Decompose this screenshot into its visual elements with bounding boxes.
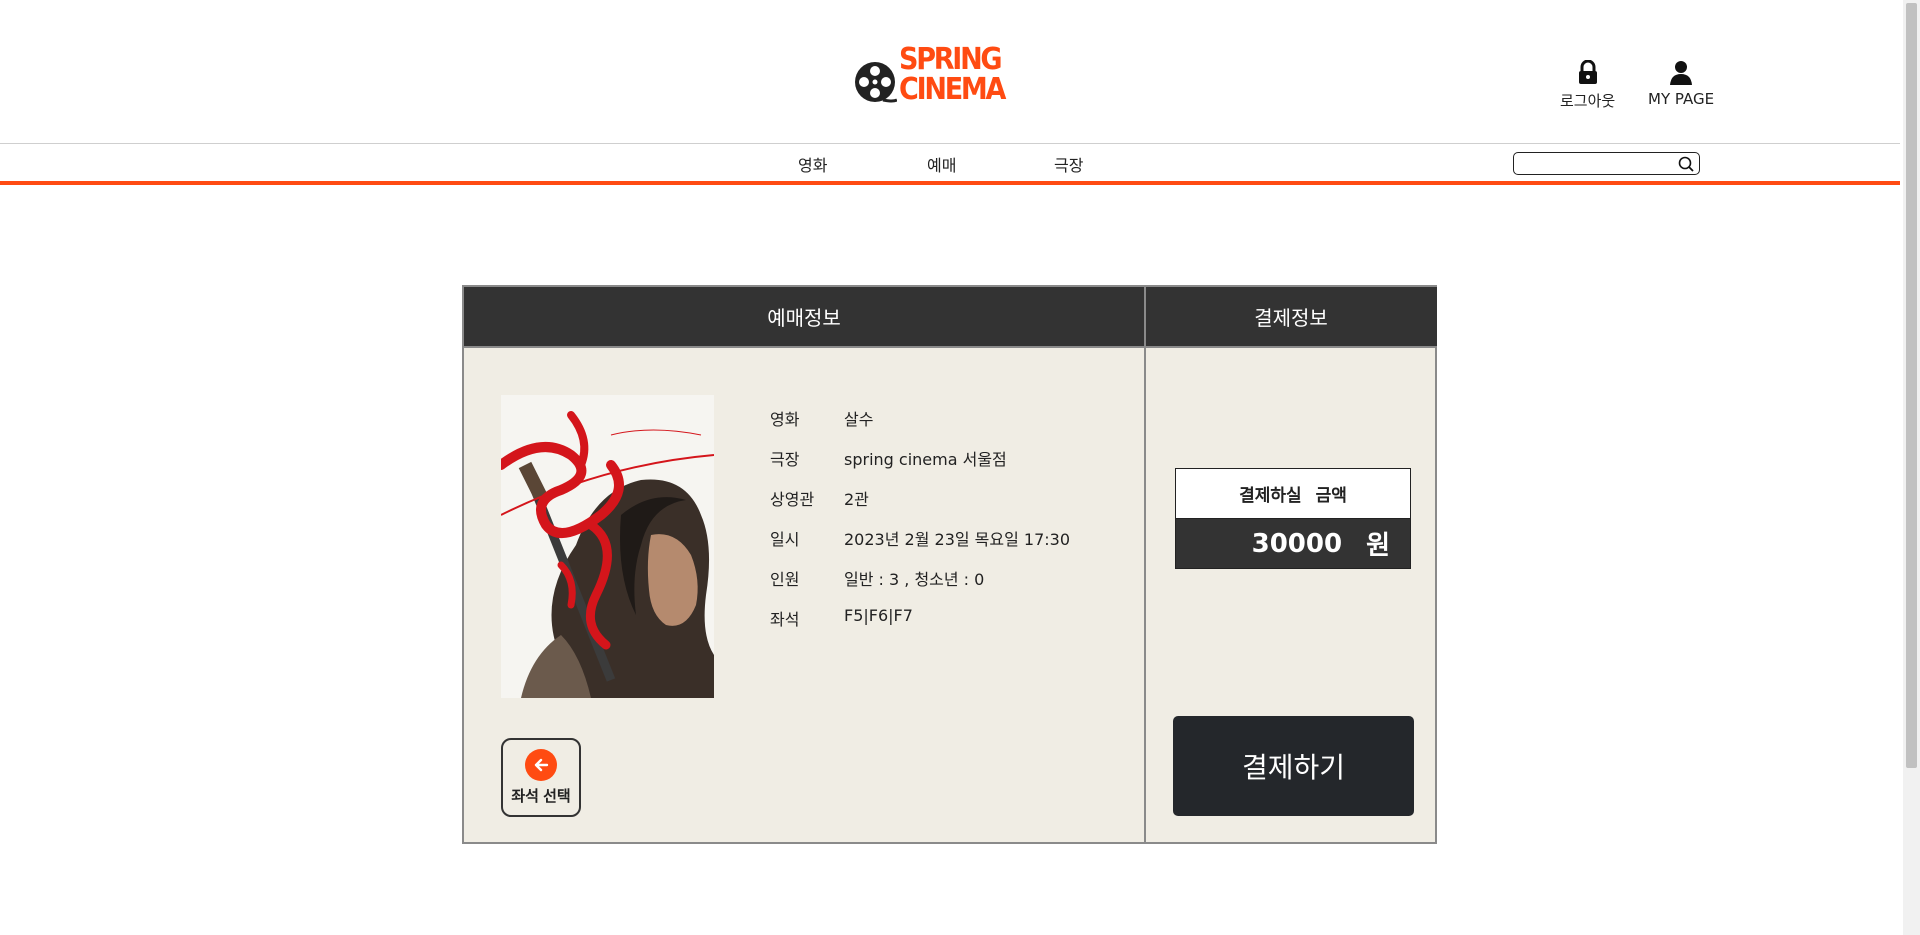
amount-title: 결제하실 금액 bbox=[1176, 469, 1410, 519]
info-label: 영화 bbox=[770, 410, 800, 429]
mypage-label: MY PAGE bbox=[1648, 90, 1715, 108]
scrollbar-thumb[interactable] bbox=[1906, 3, 1917, 768]
info-row-screen: 상영관 2관 bbox=[770, 486, 1070, 526]
search-box bbox=[1513, 152, 1700, 175]
info-value: 살수 bbox=[844, 410, 874, 429]
logout-label: 로그아웃 bbox=[1560, 92, 1616, 110]
page-scrollbar[interactable] bbox=[1903, 0, 1920, 935]
info-value: 일반 : 3 , 청소년 : 0 bbox=[844, 570, 985, 589]
movie-poster bbox=[501, 395, 714, 698]
film-reel-icon bbox=[855, 62, 897, 103]
payment-info-header: 결제정보 bbox=[1145, 287, 1437, 346]
back-button-label: 좌석 선택 bbox=[511, 788, 571, 805]
nav-accent-bar bbox=[0, 181, 1900, 185]
info-label: 상영관 bbox=[770, 490, 815, 509]
pay-button[interactable]: 결제하기 bbox=[1173, 716, 1414, 816]
info-value: F5|F6|F7 bbox=[844, 606, 913, 625]
arrow-left-icon bbox=[525, 749, 557, 781]
back-to-seat-select-button[interactable]: 좌석 선택 bbox=[501, 738, 581, 817]
info-row-people: 인원 일반 : 3 , 청소년 : 0 bbox=[770, 566, 1070, 606]
site-header: SPRING CINEMA 로그아웃 MY PAGE bbox=[0, 0, 1900, 143]
amount-value: 30000 bbox=[1251, 528, 1343, 559]
booking-info-header: 예매정보 bbox=[464, 287, 1144, 346]
search-button[interactable] bbox=[1677, 155, 1695, 173]
logo-line-2: CINEMA bbox=[899, 72, 1006, 107]
info-label: 인원 bbox=[770, 570, 800, 589]
info-row-seats: 좌석 F5|F6|F7 bbox=[770, 606, 1070, 646]
logo-wordmark: SPRING CINEMA bbox=[899, 42, 1006, 107]
booking-info-list: 영화 살수 극장 spring cinema 서울점 상영관 2관 일시 202… bbox=[770, 406, 1070, 646]
payment-amount-box: 결제하실 금액 30000 원 bbox=[1175, 468, 1411, 569]
info-label: 극장 bbox=[770, 450, 800, 469]
site-logo[interactable]: SPRING CINEMA bbox=[853, 43, 1023, 107]
amount-currency: 원 bbox=[1366, 531, 1390, 561]
info-value: 2023년 2월 23일 목요일 17:30 bbox=[844, 530, 1071, 549]
info-label: 일시 bbox=[770, 530, 800, 549]
page: SPRING CINEMA 로그아웃 MY PAGE 영화 예매 극장 예매정보… bbox=[0, 0, 1920, 935]
search-icon bbox=[1678, 156, 1694, 172]
info-row-theater: 극장 spring cinema 서울점 bbox=[770, 446, 1070, 486]
user-icon bbox=[1670, 61, 1693, 85]
column-divider bbox=[1144, 287, 1146, 842]
booking-panel: 예매정보 결제정보 영화 살수 극장 spring cinema 서울점 상영관… bbox=[462, 285, 1437, 844]
lock-icon bbox=[1578, 60, 1597, 84]
nav-item-reserve[interactable]: 예매 bbox=[927, 152, 956, 176]
search-input[interactable] bbox=[1520, 155, 1670, 172]
nav-item-movie[interactable]: 영화 bbox=[798, 152, 827, 176]
logo-line-1: SPRING bbox=[899, 42, 1003, 77]
logout-link[interactable]: 로그아웃 bbox=[1560, 60, 1615, 111]
info-value: 2관 bbox=[844, 490, 869, 509]
poster-artwork bbox=[501, 395, 714, 698]
info-value: spring cinema 서울점 bbox=[844, 450, 1007, 469]
info-row-datetime: 일시 2023년 2월 23일 목요일 17:30 bbox=[770, 526, 1070, 566]
amount-value-row: 30000 원 bbox=[1176, 519, 1410, 568]
nav-top-divider bbox=[0, 143, 1900, 144]
mypage-link[interactable]: MY PAGE bbox=[1648, 60, 1714, 108]
info-label: 좌석 bbox=[770, 610, 800, 629]
nav-item-theater[interactable]: 극장 bbox=[1054, 152, 1083, 176]
info-row-movie: 영화 살수 bbox=[770, 406, 1070, 446]
header-divider bbox=[464, 346, 1435, 348]
